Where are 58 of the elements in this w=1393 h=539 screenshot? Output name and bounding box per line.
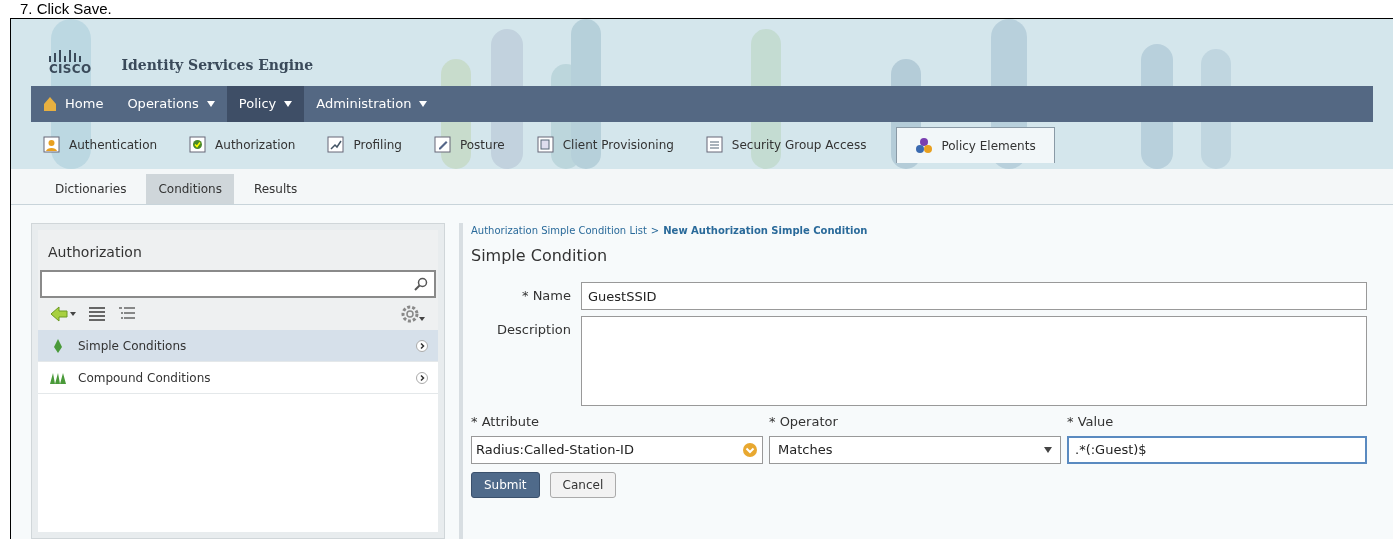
value-field[interactable]: .*(:Guest)$ (1067, 435, 1367, 464)
sub-tab[interactable]: Conditions (146, 174, 234, 204)
policy-tab[interactable]: Posture (431, 127, 507, 163)
chart-icon (327, 136, 346, 154)
product-title: Identity Services Engine (121, 56, 314, 75)
policy-tab[interactable]: Authentication (41, 127, 160, 163)
logo-bars-icon (49, 50, 83, 62)
edit-icon (433, 136, 452, 154)
policy-tab[interactable]: Client Provisioning (534, 127, 676, 163)
nav-item[interactable]: Administration (304, 86, 440, 122)
sub-tab[interactable]: Dictionaries (43, 174, 139, 204)
field-label: * Operator (769, 413, 839, 431)
caret-icon (419, 101, 428, 107)
form-title: Simple Condition (471, 245, 609, 267)
caret-icon (284, 101, 293, 107)
cancel-button[interactable]: Cancel (549, 471, 617, 498)
breadcrumb-separator: > (650, 224, 660, 238)
form-icon (705, 136, 724, 154)
operator-select[interactable]: Matches (769, 435, 1061, 464)
nav-item[interactable]: Operations (115, 86, 227, 122)
gear-icon[interactable] (400, 304, 426, 324)
sub-tab[interactable]: Results (241, 174, 310, 204)
chevron-circle-icon (416, 339, 428, 352)
policy-tab[interactable]: Security Group Access (703, 127, 869, 163)
search-icon (414, 277, 428, 291)
home-icon (43, 96, 57, 112)
nav-item[interactable]: Home (31, 86, 116, 122)
back-arrow-icon[interactable] (50, 305, 76, 323)
name-field[interactable]: GuestSSID (581, 282, 1367, 310)
search-field[interactable] (40, 270, 436, 298)
caret-icon (1044, 446, 1052, 453)
circles-icon (915, 136, 934, 155)
field-label: Description (495, 321, 572, 339)
attribute-select[interactable]: Radius:Called-Station-ID (471, 435, 763, 464)
step-caption: 7. Click Save. (20, 0, 112, 18)
field-label: * Name (521, 287, 572, 306)
drop-icon (52, 337, 64, 354)
user-icon (43, 136, 61, 154)
policy-tab[interactable]: Profiling (325, 127, 404, 163)
list-icon[interactable] (88, 306, 106, 322)
field-label: * Attribute (471, 413, 541, 431)
submit-button[interactable]: Submit (471, 471, 540, 498)
chevron-circle-icon (416, 371, 428, 384)
check-icon (189, 136, 208, 154)
breadcrumb-link[interactable]: Authorization Simple Condition List (471, 223, 647, 238)
description-field[interactable] (581, 316, 1367, 406)
policy-tab[interactable]: Policy Elements (896, 127, 1055, 163)
condition-list-item[interactable]: Simple Conditions (38, 330, 438, 362)
dropdown-icon (742, 441, 758, 458)
tree-list-icon[interactable] (118, 306, 136, 322)
field-label: * Value (1067, 413, 1115, 431)
nav-item[interactable]: Policy (226, 86, 305, 122)
breadcrumb-current: New Authorization Simple Condition (663, 224, 868, 238)
caret-icon (206, 101, 215, 107)
document-icon (536, 136, 555, 154)
panel-title: Authorization (48, 244, 142, 260)
policy-tab[interactable]: Authorization (187, 127, 298, 163)
logo-text: CISCO (49, 62, 92, 76)
